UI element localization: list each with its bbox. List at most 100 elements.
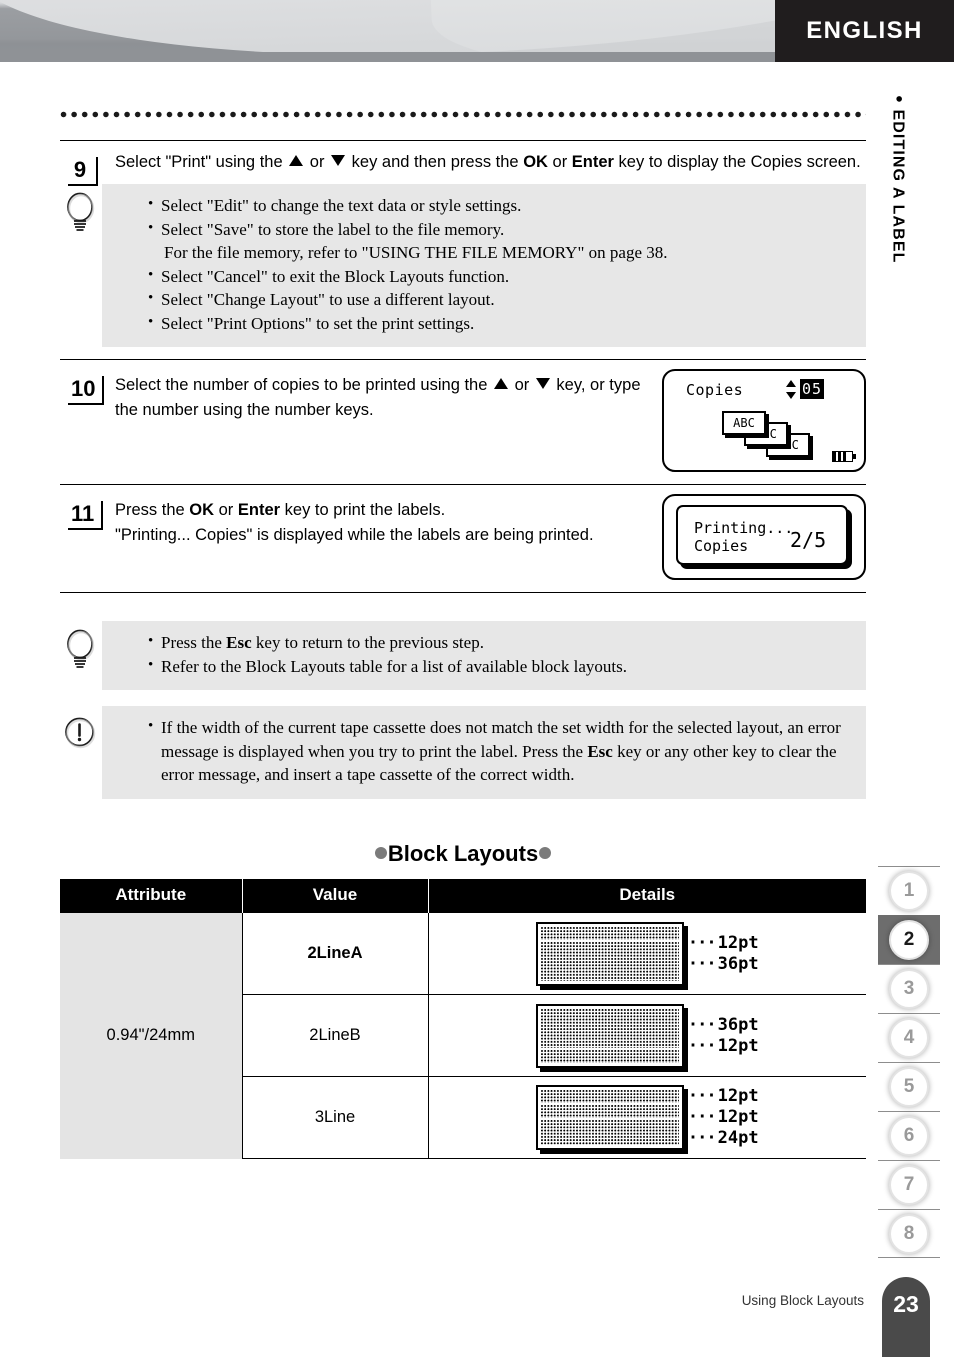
- step-11-lcd-column: Printing... Copies 2/5: [652, 494, 866, 580]
- chapter-tab-5[interactable]: 5: [878, 1062, 940, 1111]
- tip-item-text: Refer to the Block Layouts table for a l…: [161, 656, 627, 676]
- tip-note-bottom-list: Press the Esc key to return to the previ…: [148, 630, 852, 678]
- chapter-tab-7[interactable]: 7: [878, 1160, 940, 1209]
- table-cell-details: ··· 36pt ··· 12pt: [428, 994, 866, 1077]
- lightbulb-icon: [67, 192, 95, 231]
- leader-line-icon: ···: [687, 1107, 717, 1127]
- chapter-tab-8-label: 8: [889, 1213, 929, 1254]
- footer-caption: Using Block Layouts: [741, 1293, 864, 1308]
- label-preview-1: ABC: [722, 411, 766, 435]
- tip-item-text: Select "Print Options" to set the print …: [161, 313, 475, 333]
- table-body: 0.94"/24mm 2LineA ··· 12pt ··· 36pt 2Lin…: [60, 912, 866, 1159]
- tip-note-step-9: Select "Edit" to change the text data or…: [67, 184, 866, 347]
- up-down-spinner-icon: [786, 380, 796, 399]
- table-cell-attribute: 0.94"/24mm: [60, 912, 243, 1159]
- step-9-text: Select "Print" using the or key and then…: [115, 150, 866, 175]
- tape-band: [540, 1120, 679, 1145]
- step-11-row: Press the OK or Enter key to print the l…: [60, 494, 866, 580]
- tape-graphic: [535, 921, 684, 986]
- lcd-printing-line-2: Copies: [694, 537, 749, 555]
- chapter-tab-rail[interactable]: 1 2 3 4 5 6 7 8: [878, 866, 940, 1258]
- tape-band: [540, 1008, 679, 1048]
- legend-size-label: 12pt: [717, 932, 759, 953]
- dotted-divider: [60, 111, 866, 118]
- arrow-up-icon: [494, 378, 508, 389]
- layout-preview-2lineb: ··· 36pt ··· 12pt: [430, 1003, 866, 1068]
- legend-entry: ··· 12pt: [688, 1036, 759, 1057]
- legend-size-label: 12pt: [717, 1086, 759, 1106]
- page-number-tab: 23: [882, 1277, 930, 1357]
- layout-preview-2linea: ··· 12pt ··· 36pt: [430, 921, 866, 986]
- step-9-number: 9: [68, 157, 98, 186]
- step-11-text-c: key to print the labels.: [280, 501, 446, 519]
- key-enter-label: Enter: [237, 501, 281, 519]
- table-cell-value: 2LineB: [242, 994, 429, 1077]
- step-9: 9 Select "Print" using the or key and th…: [60, 141, 866, 359]
- step-9-text-a: Select "Print" using the: [115, 153, 288, 171]
- key-ok-label: OK: [189, 501, 215, 519]
- arrow-down-icon: [535, 378, 550, 389]
- leader-line-icon: ···: [687, 953, 717, 974]
- chapter-tab-4[interactable]: 4: [878, 1013, 940, 1062]
- chapter-tab-3[interactable]: 3: [878, 964, 940, 1013]
- lcd-copies-title: Copies: [686, 381, 744, 399]
- language-badge-label: ENGLISH: [806, 17, 923, 44]
- tip-item-text: Select "Save" to store the label to the …: [161, 219, 505, 239]
- legend-entry: ··· 36pt: [688, 1015, 759, 1036]
- legend-size-label: 36pt: [717, 1014, 759, 1035]
- step-10-lcd-column: Copies 05 ABC ABC ABC: [652, 369, 866, 472]
- chapter-label-text: EDITING A LABEL: [889, 109, 907, 264]
- table-cell-details: ··· 12pt ··· 36pt: [428, 912, 866, 995]
- legend-size-label: 12pt: [717, 1107, 759, 1127]
- step-9-text-e: key to display the Copies screen.: [613, 153, 861, 171]
- leader-line-icon: ···: [687, 1035, 717, 1056]
- lcd-printing-inner-frame: Printing... Copies 2/5: [676, 505, 848, 565]
- table-cell-value: 3Line: [242, 1076, 429, 1159]
- divider-below-step-11: [60, 592, 866, 593]
- chapter-tab-6[interactable]: 6: [878, 1111, 940, 1160]
- label-stack-graphic: ABC ABC ABC: [722, 411, 832, 459]
- table-header-details: Details: [428, 878, 866, 913]
- list-item: Select "Print Options" to set the print …: [148, 311, 852, 336]
- language-badge: ENGLISH: [775, 0, 954, 62]
- leader-line-icon: ···: [687, 1128, 717, 1148]
- bullet-circle-icon-right: [539, 846, 552, 859]
- arrow-down-icon: [331, 155, 346, 166]
- step-10: 10 Select the number of copies to be pri…: [60, 360, 866, 484]
- chapter-tab-2-label: 2: [889, 920, 929, 960]
- legend-size-label: 12pt: [717, 1035, 759, 1056]
- banner-base-strip: [0, 52, 775, 62]
- legend-entry: ··· 12pt: [688, 933, 759, 954]
- table-header-row: Attribute Value Details: [60, 878, 866, 913]
- tape-band: [540, 1090, 679, 1103]
- lcd-printing-line-1: Printing...: [694, 519, 794, 537]
- banner-gradient: [0, 0, 775, 62]
- table-header: Attribute Value Details: [60, 878, 866, 913]
- tip-note-bottom: Press the Esc key to return to the previ…: [67, 621, 866, 690]
- chapter-bullet-icon: ●: [892, 95, 908, 104]
- tape-graphic: [535, 1003, 684, 1068]
- step-11-text: Press the OK or Enter key to print the l…: [115, 494, 652, 548]
- tip-item-continuation: For the file memory, refer to "USING THE…: [164, 243, 668, 262]
- step-9-text-d: or: [547, 153, 572, 171]
- chapter-tab-1[interactable]: 1: [878, 866, 940, 915]
- table-row: 0.94"/24mm 2LineA ··· 12pt ··· 36pt: [60, 912, 866, 1159]
- section-heading: Block Layouts: [60, 841, 866, 867]
- layout-preview-3line: ··· 12pt ··· 12pt ··· 24pt: [430, 1085, 866, 1150]
- key-ok-label: OK: [523, 153, 548, 171]
- tip-item-text: Select "Edit" to change the text data or…: [161, 196, 522, 215]
- legend-entry: ··· 12pt: [688, 1107, 759, 1128]
- leader-line-icon: ···: [687, 1086, 717, 1106]
- list-item: Select "Cancel" to exit the Block Layout…: [148, 264, 852, 289]
- step-11-text-a: Press the: [115, 501, 190, 519]
- legend-entry: ··· 24pt: [688, 1128, 759, 1149]
- layout-legend: ··· 12pt ··· 36pt: [688, 933, 759, 975]
- tip-item-text: Press the: [161, 633, 227, 652]
- step-10-row: Select the number of copies to be printe…: [60, 369, 866, 472]
- tape-band: [540, 926, 679, 940]
- key-esc-label: Esc: [587, 741, 613, 761]
- chapter-tab-2[interactable]: 2: [878, 915, 940, 964]
- table-header-attribute: Attribute: [60, 878, 243, 913]
- page-banner: ENGLISH: [0, 0, 954, 62]
- chapter-tab-8[interactable]: 8: [878, 1209, 940, 1258]
